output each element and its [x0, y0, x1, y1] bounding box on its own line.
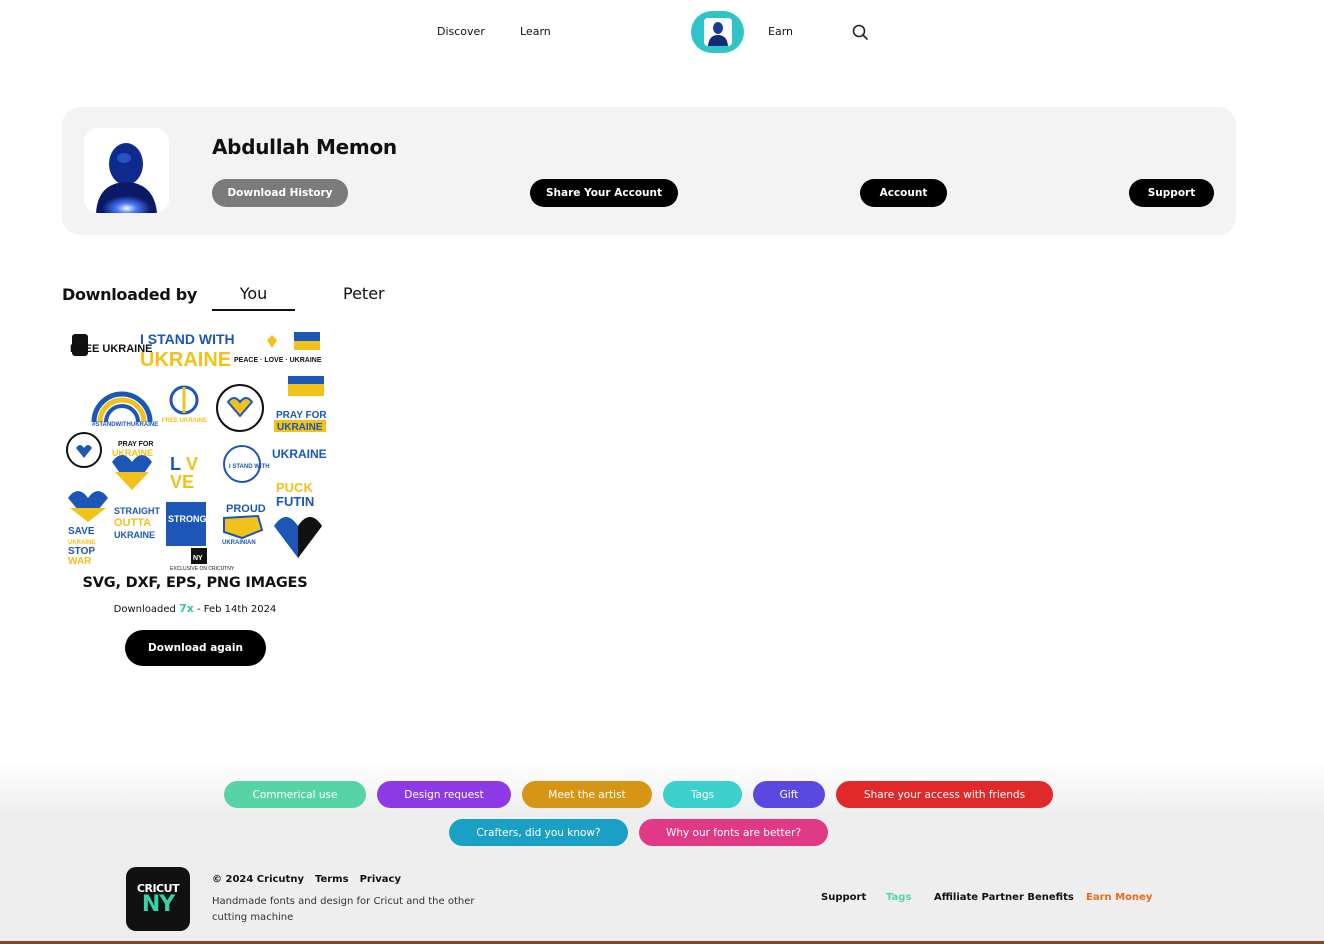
- nav-learn[interactable]: Learn: [520, 25, 551, 38]
- design-text: V: [186, 454, 198, 474]
- product-thumbnail[interactable]: FREE UKRAINE I STAND WITH UKRAINE PEACE …: [62, 322, 328, 572]
- tab-you[interactable]: You: [212, 284, 295, 311]
- tag-why-our-fonts[interactable]: Why our fonts are better?: [639, 819, 828, 846]
- support-button[interactable]: Support: [1129, 179, 1214, 207]
- top-nav: Discover Learn Earn: [0, 0, 1324, 64]
- footer-earn-money-link[interactable]: Earn Money: [1086, 892, 1152, 903]
- design-text: PRAY FOR: [118, 441, 153, 448]
- tag-share-access[interactable]: Share your access with friends: [836, 781, 1053, 808]
- design-text: I STAND WITH: [229, 464, 270, 470]
- design-text: STRONG: [168, 514, 207, 524]
- footer: [0, 760, 1324, 944]
- tag-commercial-use[interactable]: Commerical use: [224, 781, 366, 808]
- design-text: VE: [170, 472, 194, 492]
- privacy-link[interactable]: Privacy: [360, 874, 401, 885]
- logo-text-bottom: NY: [141, 891, 175, 917]
- share-account-button[interactable]: Share Your Account: [530, 179, 678, 207]
- download-history-button[interactable]: Download History: [212, 179, 348, 207]
- copyright-row: © 2024 Cricutny Terms Privacy: [212, 874, 401, 885]
- design-text: FUTIN: [276, 494, 314, 509]
- design-text: I STAND WITH: [140, 331, 235, 347]
- design-text: FREE UKRAINE: [162, 418, 207, 424]
- design-text: NY: [193, 555, 203, 562]
- download-date: - Feb 14th 2024: [197, 604, 277, 615]
- search-icon[interactable]: [851, 23, 869, 41]
- footer-tags-link[interactable]: Tags: [886, 892, 911, 903]
- footer-tagline: Handmade fonts and design for Cricut and…: [212, 896, 475, 923]
- downloaded-by-label: Downloaded by: [62, 285, 198, 304]
- nav-avatar-button[interactable]: [691, 11, 744, 53]
- tab-peter[interactable]: Peter: [343, 284, 385, 303]
- account-button[interactable]: Account: [860, 179, 947, 207]
- product-caption: SVG, DXF, EPS, PNG IMAGES: [82, 575, 308, 591]
- design-text: UKRAINE: [277, 422, 323, 433]
- design-text: #STANDWITHUKRAINE: [92, 422, 158, 428]
- design-text: WAR: [68, 556, 92, 567]
- design-text: OUTTA: [114, 517, 151, 529]
- profile-name: Abdullah Memon: [212, 135, 397, 159]
- design-text: UKRAINIAN: [222, 540, 256, 546]
- design-text: UKRAINE: [140, 349, 231, 371]
- tag-gift[interactable]: Gift: [753, 781, 825, 808]
- download-count: 7x: [179, 602, 194, 615]
- cricutny-logo[interactable]: CRICUT NY: [126, 867, 190, 931]
- design-text: EXCLUSIVE ON CRICUTNY: [170, 566, 235, 572]
- design-text: UKRAINE: [272, 447, 327, 461]
- downloaded-label: Downloaded: [113, 604, 176, 615]
- download-card: FREE UKRAINE I STAND WITH UKRAINE PEACE …: [62, 322, 328, 666]
- tag-tags[interactable]: Tags: [663, 781, 742, 808]
- design-text: PEACE · LOVE · UKRAINE: [234, 357, 322, 364]
- design-text: PRAY FOR: [276, 410, 327, 421]
- tag-crafters-did-you-know[interactable]: Crafters, did you know?: [449, 819, 628, 846]
- design-text: STRAIGHT: [114, 506, 161, 516]
- design-text: PUCK: [276, 480, 313, 495]
- tag-design-request[interactable]: Design request: [377, 781, 511, 808]
- nav-earn[interactable]: Earn: [768, 25, 793, 38]
- design-text: PROUD: [226, 503, 266, 515]
- copyright-text: © 2024 Cricutny: [212, 874, 304, 885]
- tag-meet-the-artist[interactable]: Meet the artist: [522, 781, 652, 808]
- design-text: SAVE: [68, 526, 95, 537]
- download-again-button[interactable]: Download again: [125, 630, 266, 666]
- nav-discover[interactable]: Discover: [437, 25, 485, 38]
- profile-avatar: [84, 128, 169, 213]
- download-meta: Downloaded 7x - Feb 14th 2024: [62, 602, 328, 615]
- user-avatar-icon: [703, 18, 732, 46]
- profile-card: Abdullah Memon Download History Share Yo…: [62, 107, 1236, 235]
- footer-affiliate-link[interactable]: Affiliate Partner Benefits: [934, 892, 1074, 903]
- design-text: L: [170, 454, 181, 474]
- terms-link[interactable]: Terms: [315, 874, 349, 885]
- design-text: UKRAINE: [114, 530, 155, 540]
- footer-support-link[interactable]: Support: [821, 892, 866, 903]
